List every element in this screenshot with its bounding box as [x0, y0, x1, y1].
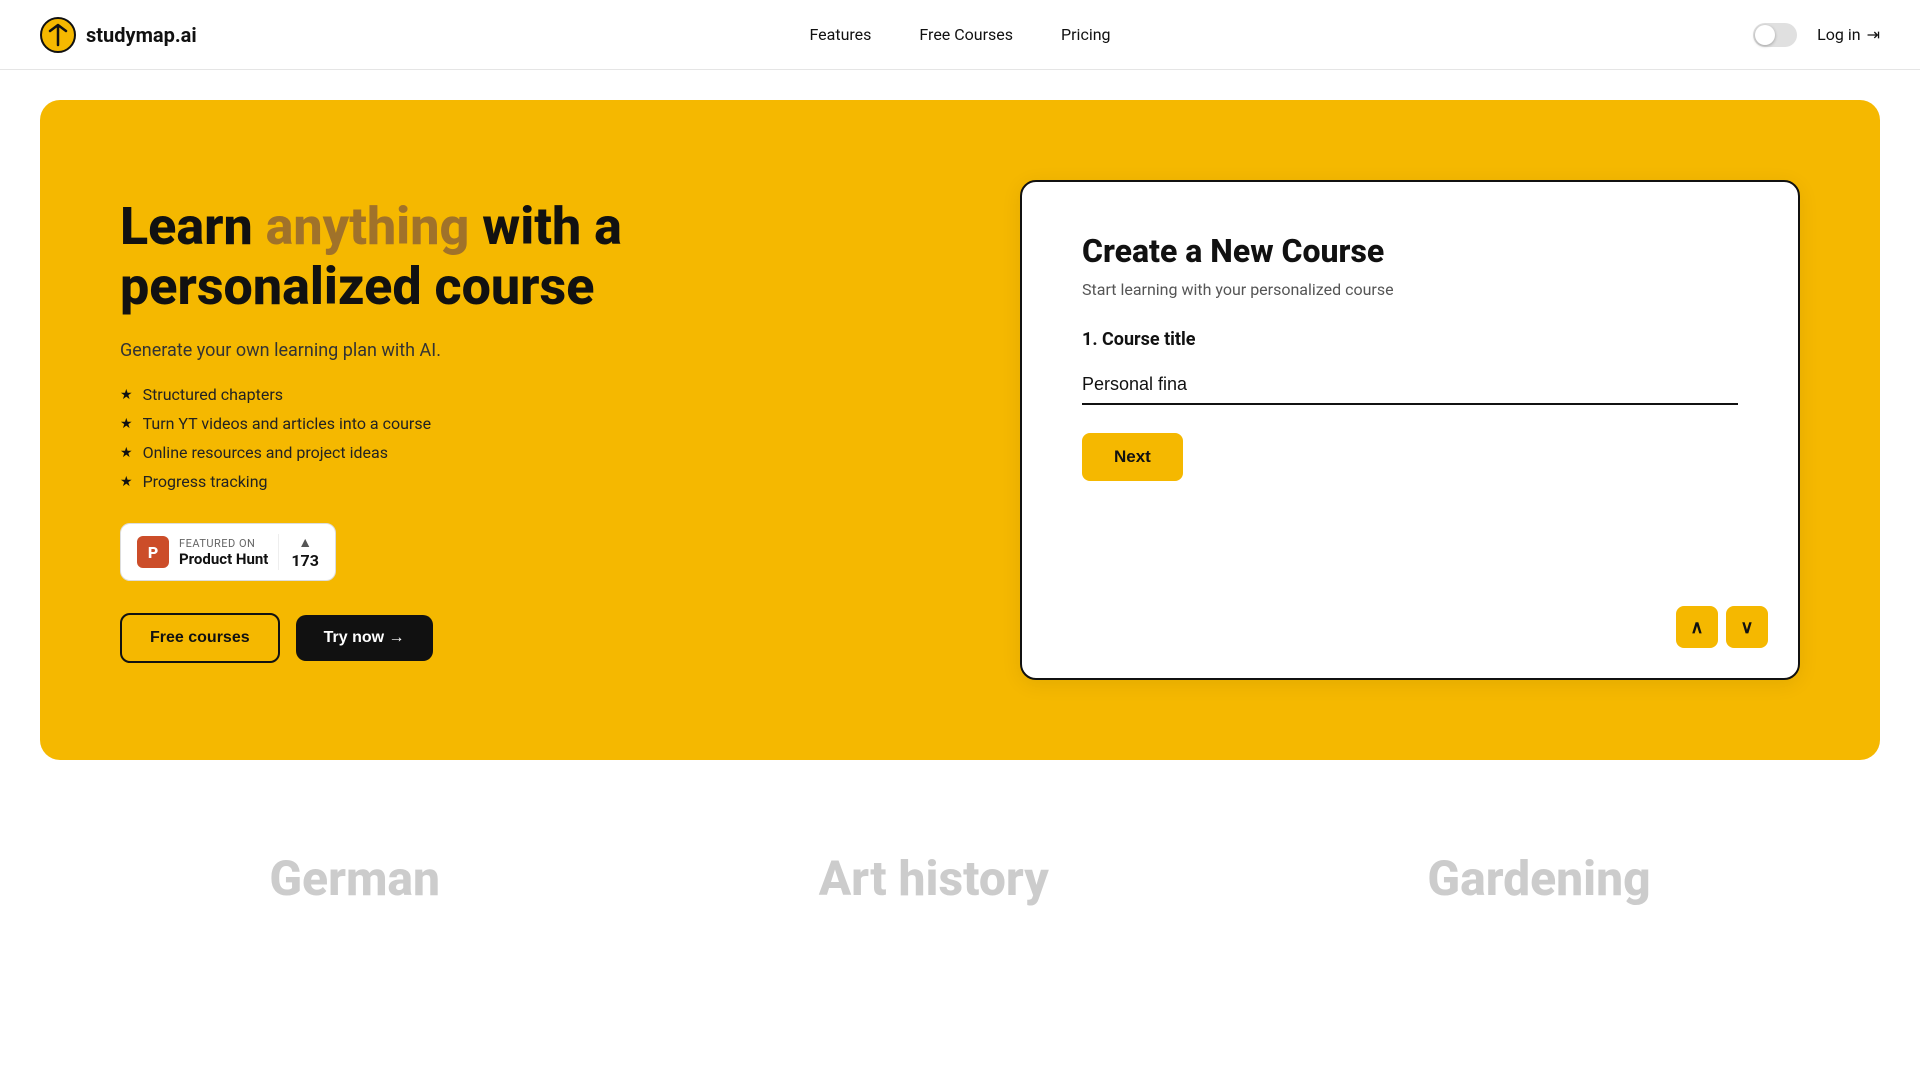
ph-text: FEATURED ON Product Hunt	[179, 537, 268, 568]
hero-buttons: Free courses Try now →	[120, 613, 640, 663]
hero-left: Learn anything with a personalized cours…	[120, 197, 640, 664]
ph-arrow-icon: ▲	[298, 534, 312, 551]
ph-score: ▲ 173	[278, 534, 319, 570]
login-icon: ⇥	[1867, 25, 1880, 44]
nav-pricing[interactable]: Pricing	[1061, 25, 1111, 44]
brand-name: studymap.ai	[86, 23, 197, 47]
feature-item-2: ★Turn YT videos and articles into a cour…	[120, 414, 640, 433]
nav-free-courses[interactable]: Free Courses	[919, 25, 1013, 44]
hero-right: Create a New Course Start learning with …	[980, 180, 1800, 680]
nav-links: Features Free Courses Pricing	[809, 25, 1110, 44]
course-card-subtitle: Start learning with your personalized co…	[1082, 280, 1738, 299]
course-card-header: Create a New Course Start learning with …	[1082, 232, 1738, 299]
theme-toggle[interactable]	[1753, 23, 1797, 47]
hero-features-list: ★Structured chapters ★Turn YT videos and…	[120, 385, 640, 491]
free-courses-button[interactable]: Free courses	[120, 613, 280, 663]
card-nav-up-button[interactable]: ∧	[1676, 606, 1718, 648]
bottom-section: German Art history Gardening	[0, 790, 1920, 967]
ph-logo: P	[137, 536, 169, 568]
navbar: studymap.ai Features Free Courses Pricin…	[0, 0, 1920, 70]
bottom-item-art-history: Art history	[819, 850, 1049, 907]
toggle-knob	[1755, 25, 1775, 45]
ph-featured-label: FEATURED ON	[179, 537, 268, 550]
brand-logo-icon	[40, 17, 76, 53]
navbar-right: Log in ⇥	[1753, 23, 1880, 47]
bottom-item-german: German	[269, 850, 440, 907]
ph-score-number: 173	[291, 551, 319, 570]
hero-title-start: Learn	[120, 196, 266, 257]
brand: studymap.ai	[40, 17, 197, 53]
star-icon-4: ★	[120, 474, 133, 490]
feature-item-3: ★Online resources and project ideas	[120, 443, 640, 462]
form-label: 1. Course title	[1082, 329, 1738, 350]
feature-item-4: ★Progress tracking	[120, 472, 640, 491]
course-title-input[interactable]	[1082, 366, 1738, 405]
hero-section: Learn anything with a personalized cours…	[40, 100, 1880, 760]
hero-subtitle: Generate your own learning plan with AI.	[120, 340, 640, 361]
ph-name: Product Hunt	[179, 550, 268, 568]
nav-features[interactable]: Features	[809, 25, 871, 44]
star-icon-1: ★	[120, 387, 133, 403]
card-nav-down-button[interactable]: ∨	[1726, 606, 1768, 648]
star-icon-2: ★	[120, 416, 133, 432]
try-now-button[interactable]: Try now →	[296, 615, 433, 661]
feature-item-1: ★Structured chapters	[120, 385, 640, 404]
product-hunt-badge[interactable]: P FEATURED ON Product Hunt ▲ 173	[120, 523, 336, 581]
course-card: Create a New Course Start learning with …	[1020, 180, 1800, 680]
bottom-item-gardening: Gardening	[1427, 850, 1650, 907]
course-form: 1. Course title Next	[1082, 329, 1738, 481]
course-card-title: Create a New Course	[1082, 232, 1738, 270]
card-nav-buttons: ∧ ∨	[1676, 606, 1768, 648]
hero-title: Learn anything with a personalized cours…	[120, 197, 640, 317]
login-button[interactable]: Log in ⇥	[1817, 25, 1880, 44]
hero-title-highlight: anything	[266, 196, 470, 257]
next-button[interactable]: Next	[1082, 433, 1183, 481]
star-icon-3: ★	[120, 445, 133, 461]
